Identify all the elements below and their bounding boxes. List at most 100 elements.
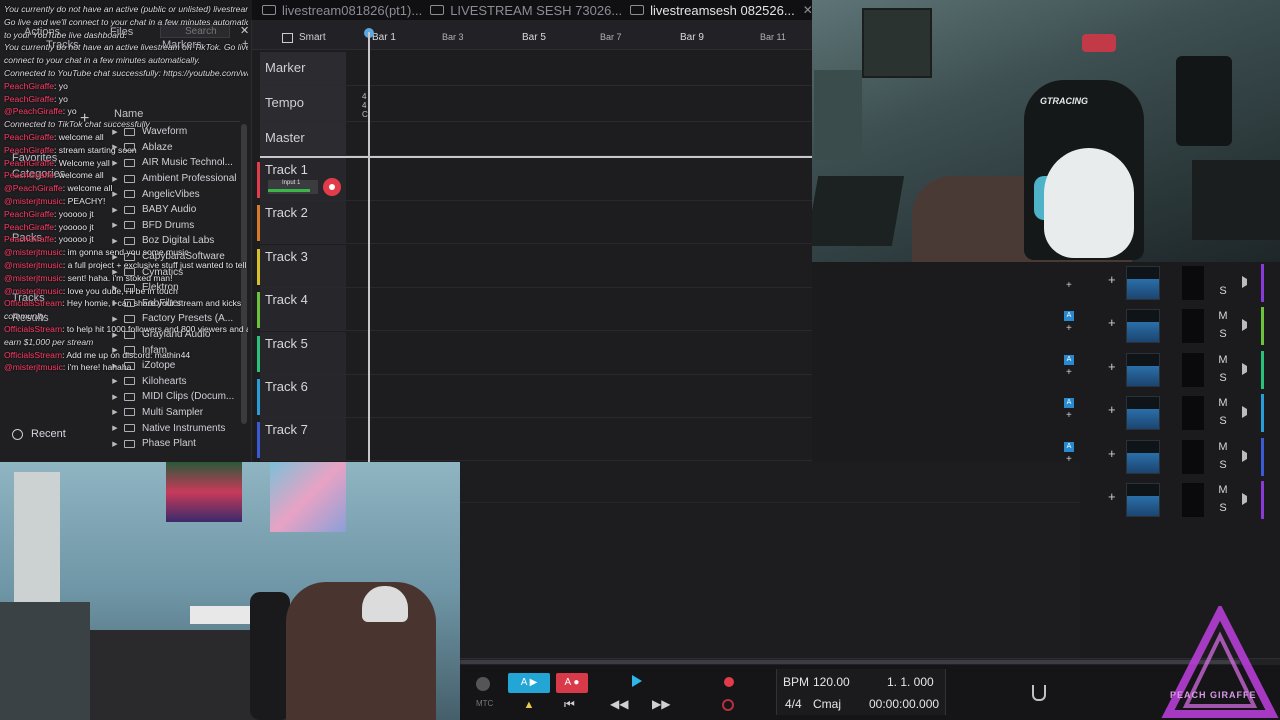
expand-arrow-icon[interactable]: ▶ — [108, 221, 122, 229]
speaker-icon[interactable] — [1242, 276, 1254, 288]
track-row[interactable]: Track 5 — [257, 331, 812, 375]
add-favorite-icon[interactable]: + — [80, 110, 89, 128]
plus-icon[interactable]: + — [242, 38, 248, 50]
speaker-icon[interactable] — [1242, 362, 1254, 375]
plus-icon[interactable]: + — [1066, 323, 1072, 334]
sidebar-item-recent[interactable]: Recent — [12, 428, 66, 440]
track-header[interactable]: Track 1 Input 1 — [257, 158, 346, 200]
expand-arrow-icon[interactable]: ▶ — [108, 299, 122, 307]
close-icon[interactable]: ✕ — [803, 3, 812, 17]
track-name[interactable]: Track 3 — [265, 249, 308, 264]
tab-actions[interactable]: Actions — [24, 26, 60, 38]
browser-folder-item[interactable]: ▶ Multi Sampler — [108, 405, 240, 421]
loop-button[interactable]: A ▶ — [508, 673, 550, 693]
track-name[interactable]: Track 2 — [265, 205, 308, 220]
expand-arrow-icon[interactable]: ▶ — [108, 284, 122, 292]
solo-button[interactable]: S — [1216, 501, 1230, 515]
volume-fader[interactable] — [1126, 352, 1160, 387]
expand-arrow-icon[interactable]: ▶ — [108, 128, 122, 136]
browser-folder-item[interactable]: ▶ AIR Music Technol... — [108, 155, 240, 171]
expand-arrow-icon[interactable]: ▶ — [108, 206, 122, 214]
bpm-value[interactable]: 120.00 — [813, 675, 850, 689]
track-header[interactable]: Track 7 — [257, 418, 346, 461]
track-name[interactable]: Track 7 — [265, 422, 308, 437]
play-button[interactable] — [632, 675, 642, 687]
expand-arrow-icon[interactable]: ▶ — [108, 331, 122, 339]
browser-folder-item[interactable]: ▶ iZotope — [108, 358, 240, 374]
name-column-header[interactable]: Name — [108, 106, 240, 122]
volume-fader[interactable] — [1126, 266, 1160, 300]
position-value[interactable]: 1. 1. 000 — [887, 675, 934, 689]
mute-button[interactable]: M — [1216, 353, 1230, 367]
track-header[interactable]: Track 6 — [257, 375, 346, 417]
tab-markers[interactable]: Markers — [162, 39, 202, 51]
track-name[interactable]: Track 1 — [265, 162, 308, 177]
expand-arrow-icon[interactable]: ▶ — [108, 440, 122, 448]
arrange-empty-area[interactable] — [460, 462, 1080, 658]
volume-fader[interactable] — [1126, 483, 1160, 517]
track-row[interactable]: Track 7 — [257, 418, 812, 462]
expand-arrow-icon[interactable]: ▶ — [108, 268, 122, 276]
browser-folder-item[interactable]: ▶ Elektron — [108, 280, 240, 296]
horizontal-scrollbar[interactable] — [460, 659, 1280, 665]
add-insert-icon[interactable]: + — [1108, 446, 1116, 461]
browser-folder-item[interactable]: ▶ BFD Drums — [108, 218, 240, 234]
track-header[interactable]: Track 4 — [257, 288, 346, 331]
browser-scrollbar[interactable] — [241, 124, 247, 424]
track-name[interactable]: Track 5 — [265, 336, 308, 351]
rewind-button[interactable]: ◀◀ — [610, 697, 628, 711]
time-signature[interactable]: 4/4 — [785, 697, 802, 711]
record-mode-icon[interactable] — [722, 699, 734, 711]
volume-fader[interactable] — [1126, 439, 1160, 474]
solo-button[interactable]: S — [1216, 458, 1230, 472]
smart-tool-label[interactable]: Smart — [299, 32, 326, 43]
smart-tool-icon[interactable] — [282, 32, 293, 43]
solo-button[interactable]: S — [1216, 414, 1230, 428]
tab-project-3[interactable]: livestreamsesh 082526... ✕ — [630, 3, 812, 18]
sidebar-item-favorites[interactable]: Favorites — [12, 152, 57, 164]
browser-folder-item[interactable]: ▶ Grayland Audio — [108, 327, 240, 343]
track-header[interactable]: Track 2 — [257, 201, 346, 244]
browser-folder-item[interactable]: ▶ Waveform — [108, 124, 240, 140]
expand-arrow-icon[interactable]: ▶ — [108, 393, 122, 401]
punch-button[interactable]: A ● — [556, 673, 588, 693]
add-insert-icon[interactable]: + — [1108, 272, 1116, 287]
plus-icon[interactable]: + — [1066, 410, 1072, 421]
add-insert-icon[interactable]: + — [1108, 489, 1116, 504]
expand-arrow-icon[interactable]: ▶ — [108, 175, 122, 183]
expand-arrow-icon[interactable]: ▶ — [108, 408, 122, 416]
add-insert-icon[interactable]: + — [1108, 402, 1116, 417]
add-insert-icon[interactable]: + — [1108, 315, 1116, 330]
tab-project-1[interactable]: livestream081826(pt1)... — [262, 3, 422, 18]
track-row[interactable]: Track 1 Input 1 — [257, 158, 812, 201]
return-to-zero-button[interactable]: ⏮ — [564, 697, 575, 712]
browser-folder-item[interactable]: ▶ FabFilter — [108, 296, 240, 312]
expand-arrow-icon[interactable]: ▶ — [108, 362, 122, 370]
browser-folder-item[interactable]: ▶ CapybaraSoftware — [108, 249, 240, 265]
plug-icon[interactable] — [1032, 685, 1046, 701]
browser-folder-item[interactable]: ▶ Cymatics — [108, 264, 240, 280]
expand-arrow-icon[interactable]: ▶ — [108, 237, 122, 245]
track-header[interactable]: Track 5 — [257, 331, 346, 374]
track-row[interactable]: Track 3 — [257, 244, 812, 288]
browser-folder-item[interactable]: ▶ Boz Digital Labs — [108, 233, 240, 249]
solo-button[interactable]: S — [1216, 371, 1230, 385]
marker-track[interactable]: Marker — [260, 52, 812, 86]
expand-arrow-icon[interactable]: ▶ — [108, 377, 122, 385]
automation-icon[interactable]: A — [1064, 398, 1074, 409]
browser-folder-item[interactable]: ▶ Ablaze — [108, 140, 240, 156]
track-row[interactable]: Track 6 — [257, 375, 812, 418]
expand-arrow-icon[interactable]: ▶ — [108, 253, 122, 261]
track-row[interactable]: Track 2 — [257, 201, 812, 245]
track-header[interactable]: Track 3 — [257, 244, 346, 287]
browser-folder-item[interactable]: ▶ Kilohearts — [108, 374, 240, 390]
expand-arrow-icon[interactable]: ▶ — [108, 346, 122, 354]
browser-folder-item[interactable]: ▶ Native Instruments — [108, 420, 240, 436]
solo-button[interactable]: S — [1216, 327, 1230, 341]
automation-icon[interactable]: A — [1064, 354, 1074, 365]
tab-tracks[interactable]: Tracks — [46, 39, 79, 51]
sidebar-item-results[interactable]: Results — [12, 312, 49, 324]
close-icon[interactable]: ✕ — [240, 24, 249, 37]
browser-folder-item[interactable]: ▶ MIDI Clips (Docum... — [108, 389, 240, 405]
track-name[interactable]: Track 6 — [265, 379, 308, 394]
